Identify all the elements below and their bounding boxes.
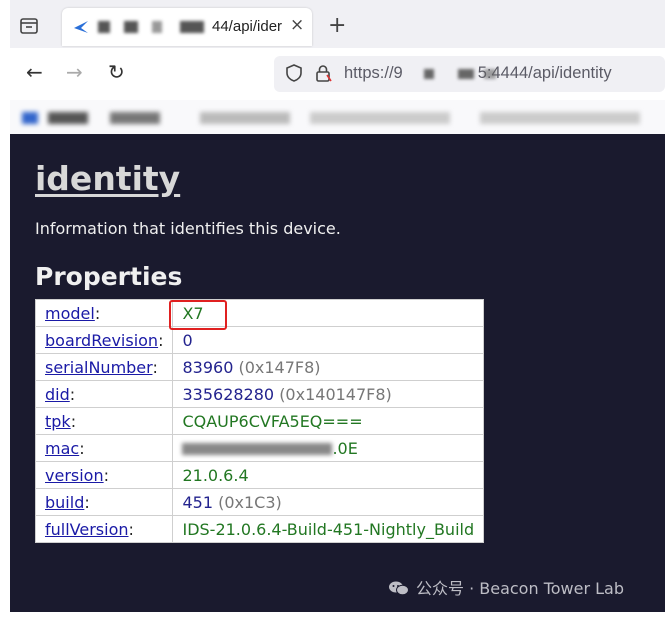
table-row: model: X7	[34, 299, 485, 327]
back-icon[interactable]: ←	[26, 60, 43, 84]
browser-chrome: 44/api/ider × + ← → ↻ https://9 5:4444/ap…	[10, 0, 665, 134]
property-colon: :	[103, 465, 109, 485]
property-value: 451	[182, 492, 214, 512]
favicon-icon	[72, 19, 90, 35]
property-value-hex: (0x140147F8)	[279, 384, 392, 404]
url-suffix: 5:4444/api/identity	[477, 64, 612, 82]
property-value-cell: CQAUP6CVFA5EQ===	[172, 407, 485, 435]
property-key-link[interactable]: version	[45, 466, 104, 485]
highlight-box	[169, 300, 227, 330]
property-value-cell: 335628280 (0x140147F8)	[172, 380, 485, 408]
property-value: 83960	[182, 357, 234, 377]
redacted-text	[124, 21, 138, 33]
property-value-cell: 21.0.6.4	[172, 461, 485, 489]
table-row: serialNumber: 83960 (0x147F8)	[34, 353, 485, 381]
property-colon: :	[152, 357, 158, 377]
property-key-cell: did:	[34, 380, 174, 408]
redacted-text	[152, 21, 162, 33]
property-colon: :	[94, 303, 101, 323]
tab-bar: 44/api/ider × +	[10, 0, 665, 48]
property-value-cell: 451 (0x1C3)	[172, 488, 485, 516]
url-text: https://9 5:4444/api/identity	[344, 64, 612, 83]
property-key-cell: model:	[34, 299, 174, 327]
property-value-cell: .0E	[172, 434, 485, 462]
property-key-link[interactable]: fullVersion	[45, 520, 129, 539]
shield-icon[interactable]	[286, 64, 302, 82]
redacted-mac	[182, 443, 333, 455]
navigation-bar: ← → ↻ https://9 5:4444/api/identity	[10, 48, 665, 100]
property-colon: :	[69, 384, 76, 404]
property-key-link[interactable]: tpk	[45, 412, 71, 431]
property-value: 335628280	[182, 384, 275, 404]
table-row: version: 21.0.6.4	[34, 461, 485, 489]
table-row: did: 335628280 (0x140147F8)	[34, 380, 485, 408]
redacted-text	[98, 21, 110, 33]
property-key-link[interactable]: build	[45, 493, 84, 512]
redacted-bookmark[interactable]	[110, 112, 160, 124]
property-key-cell: mac:	[34, 434, 174, 462]
property-key-cell: boardRevision:	[34, 326, 174, 354]
property-value: IDS-21.0.6.4-Build-451-Nightly_Build	[182, 519, 475, 539]
redacted-text	[180, 21, 204, 33]
table-row: boardRevision: 0	[34, 326, 485, 354]
table-row: mac: .0E	[34, 434, 485, 462]
property-colon: :	[84, 492, 90, 512]
property-value: 0	[182, 330, 193, 350]
property-value: 21.0.6.4	[182, 465, 249, 485]
page-content: identity Information that identifies thi…	[10, 134, 665, 612]
properties-table: model: X7 boardRevision: 0 serialNumber: 8396…	[34, 299, 485, 543]
url-bar[interactable]: https://9 5:4444/api/identity	[274, 56, 665, 92]
property-key-link[interactable]: did	[45, 385, 70, 404]
redacted-text	[424, 69, 434, 79]
property-value-hex: (0x1C3)	[218, 492, 282, 512]
url-prefix: https://9	[344, 64, 403, 82]
page-title[interactable]: identity	[35, 159, 180, 198]
redacted-bookmark[interactable]	[310, 112, 450, 124]
redacted-bookmark[interactable]	[48, 112, 88, 124]
property-key-link[interactable]: model	[45, 304, 95, 323]
property-key-link[interactable]: mac	[45, 439, 79, 458]
properties-table-body: model: X7 boardRevision: 0 serialNumber: 8396…	[34, 299, 485, 543]
table-row: build: 451 (0x1C3)	[34, 488, 485, 516]
property-value: CQAUP6CVFA5EQ===	[182, 411, 363, 431]
wechat-icon	[388, 580, 410, 596]
new-tab-icon[interactable]: +	[328, 13, 346, 38]
property-value-cell: IDS-21.0.6.4-Build-451-Nightly_Build	[172, 515, 485, 543]
property-key-cell: fullVersion:	[34, 515, 174, 543]
redacted-bookmark[interactable]	[480, 112, 640, 124]
bookmarks-bar	[10, 100, 665, 134]
property-colon: :	[79, 438, 85, 458]
watermark: 公众号 · Beacon Tower Lab	[388, 575, 624, 599]
property-colon: :	[158, 330, 164, 350]
property-value: .0E	[332, 438, 358, 458]
page-description: Information that identifies this device.	[35, 219, 341, 238]
redacted-text	[484, 69, 496, 79]
tab-list-icon[interactable]	[20, 18, 38, 34]
property-colon: :	[128, 519, 134, 539]
redacted-bookmark[interactable]	[200, 112, 290, 124]
close-icon[interactable]: ×	[290, 15, 304, 35]
property-key-link[interactable]: boardRevision	[45, 331, 158, 350]
active-tab[interactable]: 44/api/ider ×	[62, 8, 312, 46]
property-key-cell: build:	[34, 488, 174, 516]
forward-icon[interactable]: →	[66, 60, 83, 84]
properties-heading: Properties	[35, 262, 183, 291]
watermark-text: 公众号 · Beacon Tower Lab	[416, 579, 625, 598]
property-key-cell: version:	[34, 461, 174, 489]
reload-icon[interactable]: ↻	[108, 60, 125, 84]
property-value-cell: 83960 (0x147F8)	[172, 353, 485, 381]
property-value-hex: (0x147F8)	[238, 357, 321, 377]
property-key-link[interactable]: serialNumber	[45, 358, 152, 377]
table-row: tpk: CQAUP6CVFA5EQ===	[34, 407, 485, 435]
property-value-cell: 0	[172, 326, 485, 354]
table-row: fullVersion: IDS-21.0.6.4-Build-451-Night…	[34, 515, 485, 543]
redacted-text	[458, 69, 474, 79]
redacted-bookmark[interactable]	[22, 112, 38, 124]
tab-title: 44/api/ider	[212, 18, 283, 35]
property-colon: :	[70, 411, 77, 431]
property-key-cell: serialNumber:	[34, 353, 174, 381]
lock-icon[interactable]	[314, 64, 332, 82]
property-key-cell: tpk:	[34, 407, 174, 435]
